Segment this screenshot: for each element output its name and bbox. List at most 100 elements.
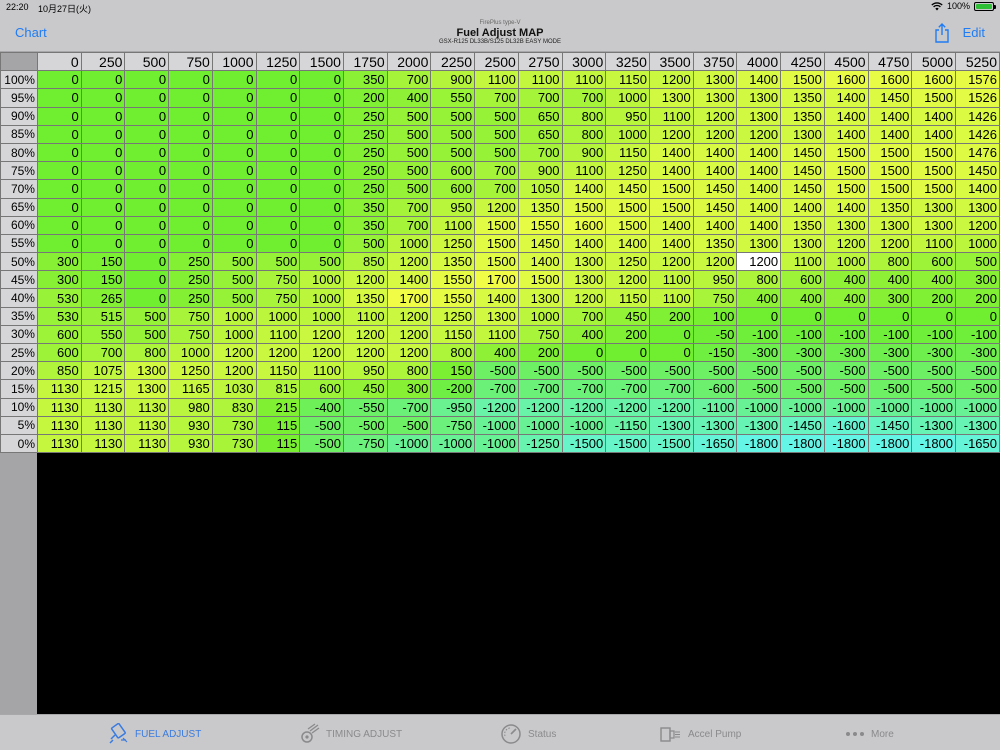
- map-cell[interactable]: 0: [36, 161, 82, 181]
- map-cell[interactable]: -100: [867, 324, 913, 345]
- map-cell[interactable]: -150: [692, 342, 738, 363]
- map-cell[interactable]: 1500: [823, 179, 869, 199]
- map-cell[interactable]: 1130: [80, 433, 126, 454]
- map-cell[interactable]: 1426: [955, 106, 1000, 126]
- map-cell[interactable]: 1100: [430, 215, 476, 235]
- map-cell[interactable]: 1130: [124, 433, 170, 454]
- map-cell[interactable]: 1000: [386, 233, 432, 254]
- map-cell[interactable]: 750: [692, 288, 738, 308]
- map-cell[interactable]: 950: [692, 270, 738, 290]
- map-cell[interactable]: 1400: [736, 142, 782, 163]
- map-cell[interactable]: 500: [124, 306, 170, 326]
- map-cell[interactable]: 1200: [648, 124, 694, 144]
- map-cell[interactable]: -500: [823, 361, 869, 381]
- map-cell[interactable]: 1400: [823, 197, 869, 217]
- map-cell[interactable]: 1130: [36, 379, 82, 399]
- map-cell[interactable]: 500: [430, 124, 476, 144]
- map-cell[interactable]: 0: [80, 106, 126, 126]
- map-cell[interactable]: 500: [386, 142, 432, 163]
- map-cell[interactable]: 1300: [867, 215, 913, 235]
- map-cell[interactable]: 115: [255, 433, 301, 454]
- map-cell[interactable]: 650: [517, 106, 563, 126]
- map-cell[interactable]: 1200: [386, 306, 432, 326]
- map-cell[interactable]: 1600: [867, 70, 913, 90]
- map-cell[interactable]: 0: [255, 215, 301, 235]
- map-cell[interactable]: 600: [780, 270, 825, 290]
- map-cell[interactable]: 0: [124, 124, 170, 144]
- map-cell[interactable]: 1500: [474, 233, 519, 254]
- map-cell[interactable]: 0: [299, 70, 344, 90]
- map-cell[interactable]: -100: [780, 324, 825, 345]
- map-cell[interactable]: -1800: [823, 433, 869, 454]
- map-cell[interactable]: 1100: [342, 306, 388, 326]
- map-cell[interactable]: 1200: [342, 270, 388, 290]
- map-cell[interactable]: 600: [36, 342, 82, 363]
- map-cell[interactable]: 0: [168, 142, 213, 163]
- map-cell[interactable]: -500: [386, 415, 432, 435]
- map-cell[interactable]: -700: [605, 379, 650, 399]
- map-cell[interactable]: 250: [342, 179, 388, 199]
- map-cell[interactable]: 1300: [692, 70, 738, 90]
- map-cell[interactable]: -1000: [561, 415, 607, 435]
- map-cell[interactable]: 0: [124, 252, 170, 272]
- map-cell[interactable]: 1300: [955, 197, 1000, 217]
- map-cell[interactable]: 1400: [911, 124, 957, 144]
- map-cell[interactable]: 0: [36, 179, 82, 199]
- map-cell[interactable]: 1426: [955, 124, 1000, 144]
- map-cell[interactable]: 1400: [692, 161, 738, 181]
- map-cell[interactable]: 0: [124, 215, 170, 235]
- map-cell[interactable]: 250: [342, 142, 388, 163]
- map-cell[interactable]: 1130: [124, 415, 170, 435]
- map-cell[interactable]: 0: [168, 197, 213, 217]
- map-cell[interactable]: 1500: [474, 252, 519, 272]
- map-cell[interactable]: 250: [342, 106, 388, 126]
- map-cell[interactable]: -300: [867, 342, 913, 363]
- map-cell[interactable]: 1350: [780, 215, 825, 235]
- map-cell[interactable]: 500: [386, 106, 432, 126]
- map-cell[interactable]: 0: [124, 88, 170, 108]
- map-cell[interactable]: 830: [211, 397, 257, 417]
- map-cell[interactable]: 1150: [430, 324, 476, 345]
- map-cell[interactable]: -500: [299, 433, 344, 454]
- map-cell[interactable]: 1400: [867, 124, 913, 144]
- map-cell[interactable]: 0: [124, 179, 170, 199]
- map-cell[interactable]: 1200: [605, 270, 650, 290]
- map-cell[interactable]: 550: [430, 88, 476, 108]
- map-cell[interactable]: -1800: [736, 433, 782, 454]
- map-cell[interactable]: 350: [342, 215, 388, 235]
- map-cell[interactable]: 500: [955, 252, 1000, 272]
- map-cell[interactable]: 1400: [955, 179, 1000, 199]
- map-cell[interactable]: 250: [168, 252, 213, 272]
- map-cell[interactable]: 1400: [648, 161, 694, 181]
- map-cell[interactable]: 700: [386, 215, 432, 235]
- map-cell[interactable]: 1200: [561, 288, 607, 308]
- map-cell[interactable]: -1000: [430, 433, 476, 454]
- map-cell[interactable]: 1600: [823, 70, 869, 90]
- map-cell[interactable]: 800: [736, 270, 782, 290]
- map-cell[interactable]: 0: [80, 70, 126, 90]
- map-cell[interactable]: 1200: [823, 233, 869, 254]
- map-cell[interactable]: 0: [211, 197, 257, 217]
- map-cell[interactable]: 500: [430, 142, 476, 163]
- map-cell[interactable]: 1350: [517, 197, 563, 217]
- map-cell[interactable]: 0: [124, 161, 170, 181]
- map-cell[interactable]: 1450: [780, 161, 825, 181]
- map-cell[interactable]: 700: [517, 88, 563, 108]
- map-cell[interactable]: 500: [430, 106, 476, 126]
- map-cell[interactable]: 1200: [255, 342, 301, 363]
- map-cell[interactable]: 450: [342, 379, 388, 399]
- map-cell[interactable]: -1500: [561, 433, 607, 454]
- map-cell[interactable]: 1400: [736, 70, 782, 90]
- map-cell[interactable]: 150: [80, 270, 126, 290]
- map-cell[interactable]: -1650: [955, 433, 1000, 454]
- map-cell[interactable]: 700: [474, 179, 519, 199]
- map-cell[interactable]: 1300: [823, 215, 869, 235]
- map-cell[interactable]: 0: [211, 142, 257, 163]
- map-cell[interactable]: 1100: [911, 233, 957, 254]
- map-cell[interactable]: -1800: [911, 433, 957, 454]
- map-cell[interactable]: -1300: [648, 415, 694, 435]
- map-cell[interactable]: 950: [430, 197, 476, 217]
- map-cell[interactable]: 1400: [736, 179, 782, 199]
- map-cell[interactable]: 1200: [736, 252, 782, 272]
- map-cell[interactable]: 1500: [911, 179, 957, 199]
